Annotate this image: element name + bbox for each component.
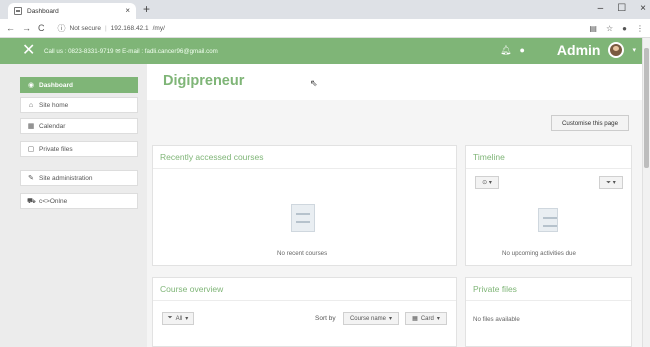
sidebar-item-site-administration[interactable]: ✎ Site administration <box>20 170 138 186</box>
course-filter-button[interactable]: ⏷ All ▾ <box>162 312 194 325</box>
chevron-down-icon: ▾ <box>436 316 440 322</box>
favicon-icon <box>14 7 22 15</box>
sidebar-item-dashboard[interactable]: ◉ Dashboard <box>20 77 138 93</box>
sort-by-label: Sort by <box>315 315 336 322</box>
empty-timeline-icon <box>538 208 558 232</box>
block-title: Course overview <box>153 278 456 301</box>
browser-tab-bar: Dashboard × + – ☐ × <box>0 0 650 19</box>
security-label: Not secure <box>69 24 101 32</box>
site-navbar: ✕ Call us : 0823-8331-9719 ✉ E-mail : fa… <box>0 38 642 64</box>
course-overview-block: Course overview ⏷ All ▾ Sort by Course n… <box>152 277 457 347</box>
translate-icon[interactable]: ▤ <box>589 24 597 33</box>
empty-message: No recent courses <box>277 250 328 257</box>
scroll-thumb[interactable] <box>644 48 649 168</box>
page-title: Digipreneur <box>163 73 245 89</box>
home-icon: ⌂ <box>28 101 34 109</box>
dashboard-icon: ◉ <box>27 81 35 89</box>
block-title: Timeline <box>466 146 631 169</box>
filter-icon: ⏷ <box>167 315 173 321</box>
page-scrollbar[interactable] <box>642 38 650 347</box>
star-icon[interactable]: ☆ <box>606 24 613 33</box>
calendar-icon: ▦ <box>27 122 35 130</box>
view-button-label: Card <box>420 315 434 322</box>
empty-message: No upcoming activities due <box>502 250 576 257</box>
forward-arrow-icon[interactable]: → <box>22 23 31 33</box>
minimize-button[interactable]: – <box>598 2 604 16</box>
new-tab-button[interactable]: + <box>143 2 150 16</box>
url-field[interactable]: ⓘ Not secure | 192.168.42.1/my/ <box>58 23 583 34</box>
sort-course-name-button[interactable]: Course name ▾ <box>343 312 399 325</box>
toolbar-icons: ▤ ☆ ● ⋮ <box>589 24 644 33</box>
url-separator: | <box>104 24 107 32</box>
sidebar-item-label: Calendar <box>39 122 66 130</box>
sidebar-item-label: Site administration <box>39 174 93 182</box>
contact-info: Call us : 0823-8331-9719 ✉ E-mail : fadl… <box>44 47 218 55</box>
sidebar-item-label: Private files <box>39 145 73 153</box>
timeline-block: Timeline ⊙ ▾ ⏷ ▾ No upcoming activities … <box>465 145 632 266</box>
address-bar: ← → C ⓘ Not secure | 192.168.42.1/my/ ▤ … <box>0 19 650 38</box>
private-files-block: Private files No files available <box>465 277 632 347</box>
timeline-filter-button[interactable]: ⏷ ▾ <box>599 176 623 189</box>
mouse-cursor-icon: ⇖ <box>310 78 318 88</box>
window-close-button[interactable]: × <box>640 2 646 16</box>
close-icon[interactable]: ✕ <box>22 41 35 61</box>
page-header: Digipreneur ⇖ <box>147 64 642 100</box>
user-name[interactable]: Admin <box>557 42 601 58</box>
bell-icon[interactable]: 🔔︎ <box>500 45 511 56</box>
sidebar-item-calendar[interactable]: ▦ Calendar <box>20 118 138 134</box>
chevron-down-icon: ▾ <box>389 316 393 322</box>
sidebar-item-online[interactable]: ⛟ c<>Onlne <box>20 193 138 209</box>
tab-title: Dashboard <box>27 7 59 15</box>
avatar-image <box>610 44 623 56</box>
reload-icon[interactable]: C <box>38 23 45 33</box>
block-title: Recently accessed courses <box>153 146 456 169</box>
customise-page-button[interactable]: Customise this page <box>551 115 629 131</box>
empty-message: No files available <box>473 316 520 323</box>
sort-button-label: Course name <box>349 315 386 322</box>
chat-icon[interactable]: ● <box>519 45 524 55</box>
chevron-down-icon: ▾ <box>185 316 189 322</box>
cart-icon: ⛟ <box>27 197 36 205</box>
avatar[interactable] <box>608 42 625 58</box>
grid-icon: ▦ <box>412 316 418 322</box>
sidebar-item-label: Dashboard <box>39 81 73 89</box>
sidebar-item-label: Site home <box>39 101 69 109</box>
url-host: 192.168.42.1 <box>110 24 149 32</box>
block-title: Private files <box>466 278 631 301</box>
empty-courses-icon <box>291 204 315 232</box>
navbar-user-area: 🔔︎ ● Admin ▾ <box>500 42 636 58</box>
back-arrow-icon[interactable]: ← <box>6 23 15 33</box>
sidebar-item-private-files[interactable]: ▢ Private files <box>20 141 138 157</box>
browser-tab[interactable]: Dashboard × <box>8 3 136 19</box>
recent-courses-block: Recently accessed courses No recent cour… <box>152 145 457 266</box>
url-path: /my/ <box>152 24 165 32</box>
file-icon: ▢ <box>27 145 35 153</box>
wrench-icon: ✎ <box>28 174 34 182</box>
course-filter-label: All <box>175 315 183 322</box>
timeline-sort-button[interactable]: ⊙ ▾ <box>475 176 499 189</box>
tab-close-icon[interactable]: × <box>125 7 130 15</box>
more-menu-icon[interactable]: ⋮ <box>636 24 644 33</box>
view-card-button[interactable]: ▦ Card ▾ <box>405 312 447 325</box>
chevron-down-icon[interactable]: ▾ <box>632 46 636 54</box>
sidebar-item-label: c<>Onlne <box>39 197 68 205</box>
info-icon[interactable]: ⓘ <box>58 23 66 34</box>
sidebar-item-site-home[interactable]: ⌂ Site home <box>20 97 138 113</box>
profile-icon[interactable]: ● <box>622 24 627 33</box>
window-controls: – ☐ × <box>598 2 646 16</box>
maximize-button[interactable]: ☐ <box>617 2 626 16</box>
